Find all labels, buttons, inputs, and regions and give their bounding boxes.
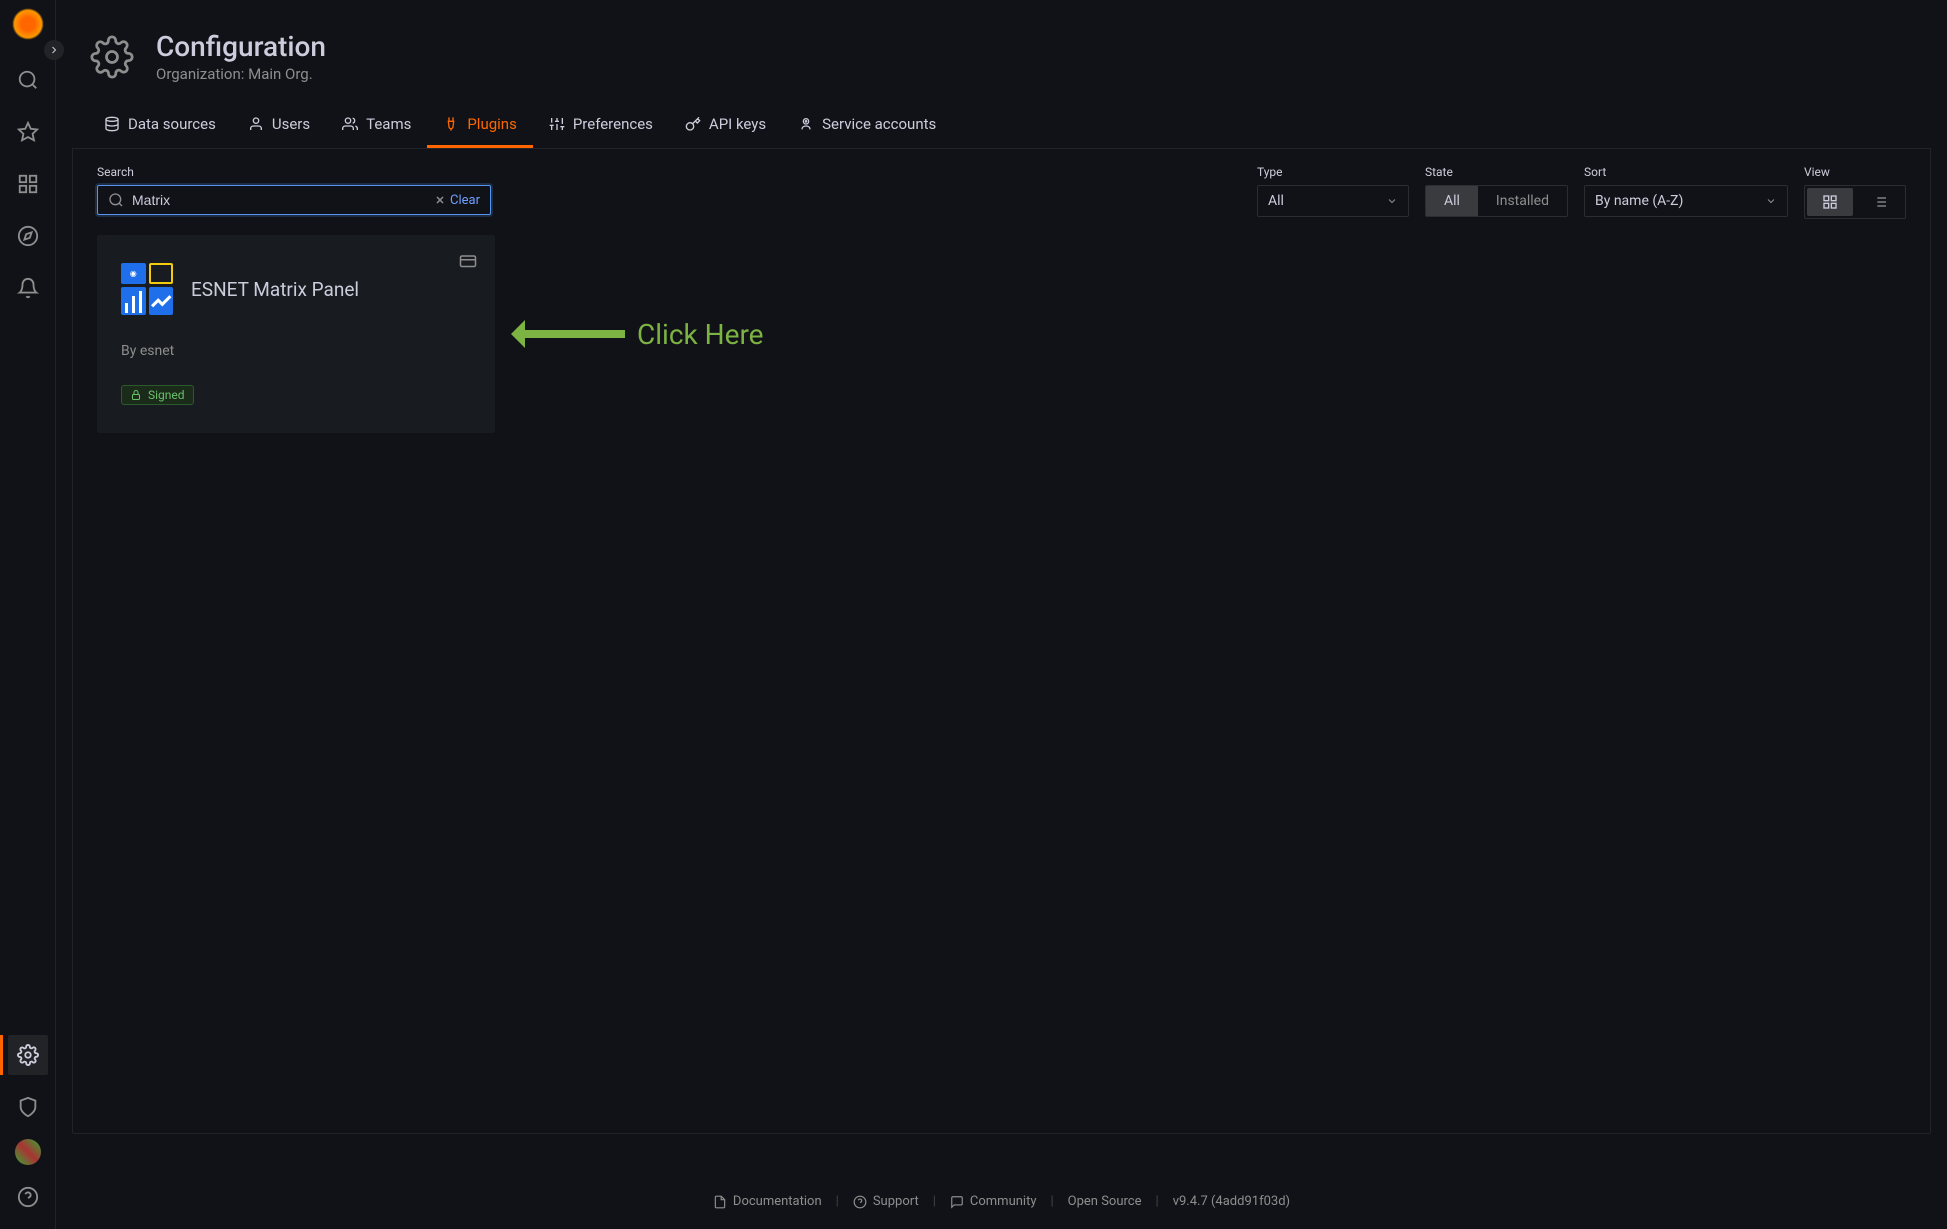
sort-select[interactable]: By name (A-Z): [1584, 185, 1788, 217]
list-icon: [1872, 194, 1888, 210]
view-toggle: [1804, 185, 1906, 219]
user-avatar[interactable]: [15, 1139, 41, 1165]
clear-button[interactable]: Clear: [434, 193, 480, 208]
tab-service-accounts[interactable]: Service accounts: [782, 103, 952, 148]
footer: Documentation | Support | Community | Op…: [72, 1134, 1931, 1229]
sidebar: [0, 0, 56, 1229]
close-icon: [434, 194, 446, 206]
panel-type-icon: [459, 253, 477, 275]
grid-icon: [1822, 194, 1838, 210]
plugin-author: By esnet: [121, 343, 471, 359]
search-input-wrapper[interactable]: Clear: [97, 185, 491, 215]
type-select[interactable]: All: [1257, 185, 1409, 217]
gear-icon: [88, 33, 136, 81]
chevron-down-icon: [1765, 195, 1777, 207]
expand-sidebar-button[interactable]: [44, 40, 64, 60]
help-icon: [853, 1195, 867, 1209]
plugin-logo: ◉: [121, 263, 173, 315]
alerting-icon[interactable]: [8, 268, 48, 308]
tab-data-sources[interactable]: Data sources: [88, 103, 232, 148]
tab-api-keys[interactable]: API keys: [669, 103, 782, 148]
view-label: View: [1804, 165, 1906, 179]
plugin-card[interactable]: ◉ ESNET Matrix Panel By esnet Signed: [97, 235, 495, 433]
chevron-down-icon: [1386, 195, 1398, 207]
footer-support[interactable]: Support: [853, 1194, 919, 1209]
dashboards-icon[interactable]: [8, 164, 48, 204]
footer-open-source[interactable]: Open Source: [1068, 1194, 1142, 1209]
document-icon: [713, 1195, 727, 1209]
help-icon[interactable]: [8, 1177, 48, 1217]
search-input[interactable]: [132, 192, 434, 208]
star-icon[interactable]: [8, 112, 48, 152]
signed-badge: Signed: [121, 385, 194, 405]
list-view-button[interactable]: [1857, 188, 1903, 216]
lock-icon: [130, 389, 142, 401]
state-radio-group: All Installed: [1425, 185, 1568, 217]
shield-icon[interactable]: [8, 1087, 48, 1127]
search-icon: [108, 192, 124, 208]
search-label: Search: [97, 165, 491, 179]
tab-users[interactable]: Users: [232, 103, 326, 148]
tab-teams[interactable]: Teams: [326, 103, 427, 148]
annotation: Click Here: [515, 318, 764, 351]
search-icon[interactable]: [8, 60, 48, 100]
type-label: Type: [1257, 165, 1409, 179]
tab-bar: Data sources Users Teams Plugins Prefere…: [72, 103, 1931, 149]
state-label: State: [1425, 165, 1568, 179]
arrow-icon: [515, 330, 625, 338]
page-subtitle: Organization: Main Org.: [156, 65, 326, 83]
filter-bar: Search Clear Type All: [97, 165, 1906, 219]
tab-plugins[interactable]: Plugins: [427, 103, 532, 148]
tab-preferences[interactable]: Preferences: [533, 103, 669, 148]
explore-icon[interactable]: [8, 216, 48, 256]
configuration-icon[interactable]: [8, 1035, 48, 1075]
grid-view-button[interactable]: [1807, 188, 1853, 216]
footer-documentation[interactable]: Documentation: [713, 1194, 822, 1209]
state-all-button[interactable]: All: [1426, 186, 1478, 216]
grafana-logo[interactable]: [12, 8, 44, 40]
sort-label: Sort: [1584, 165, 1788, 179]
footer-version[interactable]: v9.4.7 (4add91f03d): [1173, 1194, 1290, 1209]
state-installed-button[interactable]: Installed: [1478, 186, 1567, 216]
page-title: Configuration: [156, 30, 326, 63]
footer-community[interactable]: Community: [950, 1194, 1037, 1209]
chat-icon: [950, 1195, 964, 1209]
main-content: Configuration Organization: Main Org. Da…: [56, 0, 1947, 1229]
page-header: Configuration Organization: Main Org.: [72, 0, 1931, 103]
plugin-title: ESNET Matrix Panel: [191, 278, 359, 301]
